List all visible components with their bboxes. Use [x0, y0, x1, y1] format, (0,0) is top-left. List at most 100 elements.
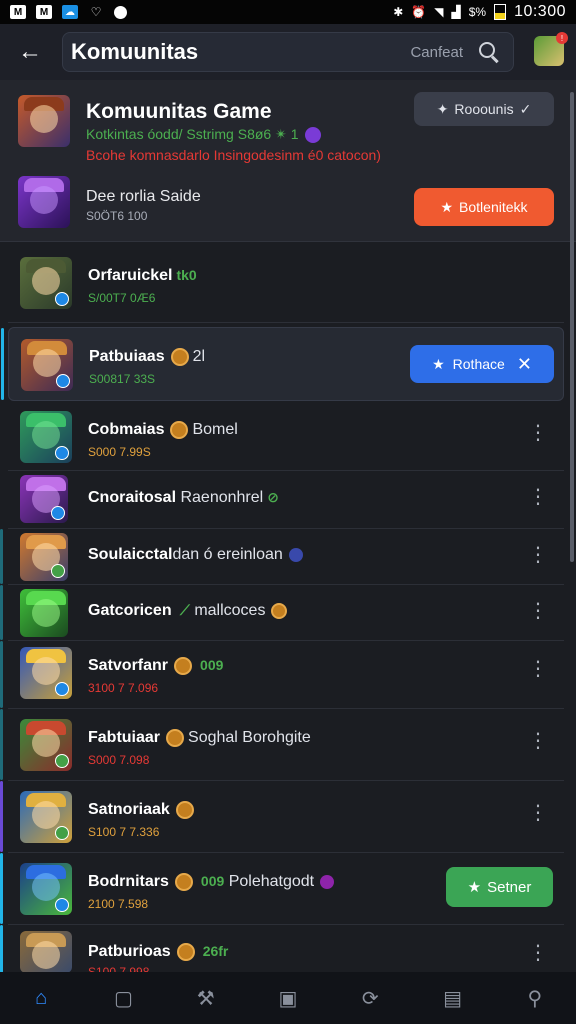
coin-icon	[176, 943, 195, 961]
search-icon[interactable]	[477, 40, 501, 64]
item-title: Cnoraitosal Raenonhrel ⊘	[88, 489, 279, 506]
item-subtitle: S000 7.99S	[88, 445, 151, 459]
game-thumbnail-icon	[20, 533, 68, 581]
row-accent	[0, 925, 3, 973]
sparkle-icon: ✦	[436, 100, 449, 117]
list-item[interactable]: Patburioas26fr S100 7.998 ⋮	[0, 925, 564, 979]
row-accent	[0, 853, 3, 924]
setner-button[interactable]: ★ Setner	[446, 867, 553, 907]
cloud-icon: ☁	[62, 5, 78, 19]
more-options-icon[interactable]: ⋮	[528, 731, 548, 751]
record-icon	[114, 5, 127, 19]
item-subtitle: 2100 7.598	[88, 897, 149, 911]
guide-title: Dee rorlia Saide	[86, 188, 201, 205]
game-thumbnail-icon	[20, 791, 72, 843]
row-accent	[0, 781, 3, 852]
more-options-icon[interactable]: ⋮	[528, 943, 548, 963]
more-options-icon[interactable]: ⋮	[528, 545, 548, 565]
close-icon[interactable]: ✕	[517, 354, 532, 375]
page-title: Komuunitas	[71, 39, 199, 64]
scrollbar[interactable]	[570, 92, 574, 562]
home-icon[interactable]: ⌂	[28, 985, 54, 1011]
avatar[interactable]: !	[534, 32, 568, 66]
battery-percent: $%	[468, 5, 487, 19]
status-right: ✱ ⏰ ◥ ▟ $% 10:300	[393, 3, 566, 21]
list-item[interactable]: Cobmaias Bomel S000 7.99S ⋮	[8, 403, 564, 471]
app-root: M M ☁ ♡ ✱ ⏰ ◥ ▟ $% 10:300 ← Komuunitas C…	[0, 0, 576, 1024]
game-thumbnail-icon	[20, 257, 72, 309]
coin-icon	[174, 657, 193, 675]
wifi-icon: ◥	[434, 5, 444, 19]
item-subtitle: S00817 33S	[89, 372, 156, 386]
follow-button[interactable]: ★ Botlenitekk	[414, 188, 554, 226]
more-options-icon[interactable]: ⋮	[528, 423, 548, 443]
item-subtitle: 3100 7 7.096	[88, 681, 159, 695]
gmail-icon: M	[10, 5, 26, 19]
coin-icon	[166, 729, 185, 747]
item-title: Satnoriaak	[88, 801, 198, 819]
more-options-icon[interactable]: ⋮	[528, 601, 548, 621]
star-icon: ★	[432, 355, 445, 372]
square-icon[interactable]: ▢	[110, 985, 136, 1011]
list-item-selected[interactable]: Patbuiaas 2l S00817 33S ★ Rothace ✕	[1, 327, 564, 401]
recommend-button-label: Rooounis	[454, 101, 514, 117]
item-title: Patbuiaas 2l	[89, 348, 206, 366]
more-options-icon[interactable]: ⋮	[528, 487, 548, 507]
top-bar: ← Komuunitas Canfeat !	[0, 24, 576, 80]
game-thumbnail-icon	[20, 647, 72, 699]
alarm-icon: ⏰	[411, 5, 427, 19]
list-item[interactable]: Satnoriaak S100 7 7.336 ⋮	[0, 781, 564, 853]
check-icon: ✓	[519, 100, 532, 117]
list-item[interactable]: Soulaicctaldan ó ereinloan ⋮	[0, 529, 564, 585]
signal-icon: ▟	[451, 5, 461, 19]
game-thumbnail-icon	[20, 719, 72, 771]
community-subtitle-red: Bcohe komnasdarlo Insingodesinm é0 catoc…	[86, 147, 381, 163]
coin-icon	[174, 873, 193, 891]
game-thumbnail-icon	[20, 589, 68, 637]
more-options-icon[interactable]: ⋮	[528, 803, 548, 823]
back-button[interactable]: ←	[10, 32, 50, 72]
refresh-icon[interactable]: ⟳	[357, 985, 383, 1011]
more-options-icon[interactable]: ⋮	[528, 659, 548, 679]
bottom-nav: ⌂ ▢ ⚒ ▣ ⟳ ▤ ⚲	[0, 972, 576, 1024]
star-icon: ★	[467, 879, 482, 896]
item-title: Patburioas 26fr	[88, 943, 229, 961]
search-nav-icon[interactable]: ⚲	[522, 985, 548, 1011]
battery-nav-icon[interactable]: ▣	[275, 985, 301, 1011]
wrench-icon[interactable]: ⚒	[193, 985, 219, 1011]
list-item[interactable]: Bodrnitars 009 Polehatgodt 2100 7.598 ★ S…	[0, 853, 564, 925]
coin-icon	[271, 602, 288, 619]
item-subtitle: S/00T7 0Æ6	[88, 291, 156, 305]
coin-icon	[170, 348, 189, 366]
list-item[interactable]: Orfaruickel tk0 S/00T7 0Æ6	[8, 243, 564, 323]
arrow-left-icon: ←	[18, 38, 42, 65]
row-accent	[0, 709, 3, 780]
guide-game-icon	[18, 176, 70, 228]
status-bar: M M ☁ ♡ ✱ ⏰ ◥ ▟ $% 10:300	[0, 0, 576, 24]
game-thumbnail-icon	[20, 931, 72, 973]
game-thumbnail-icon	[21, 339, 73, 391]
notification-badge: !	[556, 32, 568, 44]
community-subtitle-green: Kotkintas óodd/ Sstrimg S8ø6 ✴ 1	[86, 126, 321, 144]
community-title: Komuunitas Game	[86, 100, 272, 123]
list-item[interactable]: Fabtuiaar Soghal Borohgite S000 7.098 ⋮	[0, 709, 564, 781]
star-icon: ★	[440, 198, 454, 215]
bluetooth-icon: ✱	[393, 5, 404, 19]
coin-icon	[175, 801, 194, 819]
list-item[interactable]: Cnoraitosal Raenonhrel ⊘ ⋮	[8, 471, 564, 529]
recommend-button[interactable]: ✦ Rooounis ✓	[414, 92, 554, 126]
search-bar[interactable]: Komuunitas Canfeat	[62, 32, 514, 72]
item-title: Cobmaias Bomel	[88, 421, 238, 439]
list-item[interactable]: Satvorfanr 009 3100 7 7.096 ⋮	[0, 641, 564, 709]
list-item[interactable]: Gatcoricen ⟋ mallcoces ⋮	[0, 585, 564, 641]
setner-button-label: Setner	[487, 878, 532, 896]
item-title: Bodrnitars 009 Polehatgodt	[88, 873, 335, 891]
search-placeholder[interactable]: Canfeat	[410, 44, 463, 61]
screen-icon[interactable]: ▤	[440, 985, 466, 1011]
item-title: Gatcoricen ⟋ mallcoces	[88, 602, 291, 620]
item-title: Orfaruickel tk0	[88, 267, 197, 284]
rothace-button[interactable]: ★ Rothace ✕	[410, 345, 554, 383]
coin-icon	[170, 421, 189, 439]
item-subtitle: S100 7 7.336	[88, 825, 160, 839]
rothace-button-label: Rothace	[452, 356, 505, 372]
